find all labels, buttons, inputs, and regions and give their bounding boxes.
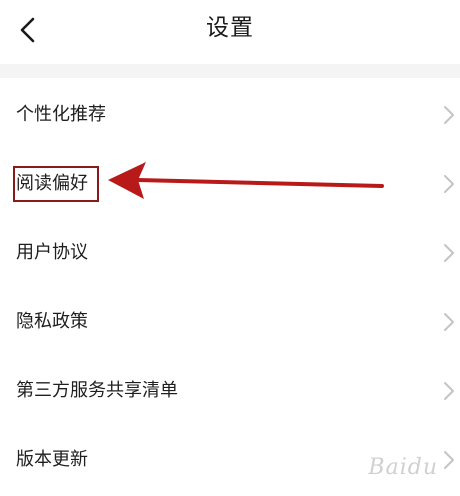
settings-page: 设置 个性化推荐 阅读偏好 用户协议 隐私政策 第三方服务共享清单 版本更新 B…	[0, 0, 460, 496]
annotation-highlight-box	[13, 166, 99, 202]
watermark-text: Baidu	[368, 455, 438, 480]
settings-list: 个性化推荐 阅读偏好 用户协议 隐私政策 第三方服务共享清单 版本更新	[0, 78, 460, 492]
settings-item-label: 个性化推荐	[16, 104, 106, 125]
section-divider	[0, 64, 460, 78]
settings-item-label: 用户协议	[16, 242, 88, 263]
baidu-watermark: Baidu	[368, 455, 438, 480]
chevron-right-icon	[444, 106, 454, 124]
chevron-right-icon	[444, 175, 454, 193]
settings-item-label: 第三方服务共享清单	[16, 380, 178, 401]
chevron-right-icon	[444, 382, 454, 400]
settings-item-label: 版本更新	[16, 449, 88, 470]
settings-item-user-agreement[interactable]: 用户协议	[0, 216, 460, 285]
chevron-right-icon	[444, 451, 454, 469]
chevron-right-icon	[444, 313, 454, 331]
page-title: 设置	[206, 15, 254, 41]
settings-item-label: 隐私政策	[16, 311, 88, 332]
header-bar: 设置	[0, 0, 460, 62]
settings-item-third-party-sharing-list[interactable]: 第三方服务共享清单	[0, 354, 460, 423]
settings-item-personalized-recommendation[interactable]: 个性化推荐	[0, 78, 460, 147]
settings-item-privacy-policy[interactable]: 隐私政策	[0, 285, 460, 354]
chevron-right-icon	[444, 244, 454, 262]
